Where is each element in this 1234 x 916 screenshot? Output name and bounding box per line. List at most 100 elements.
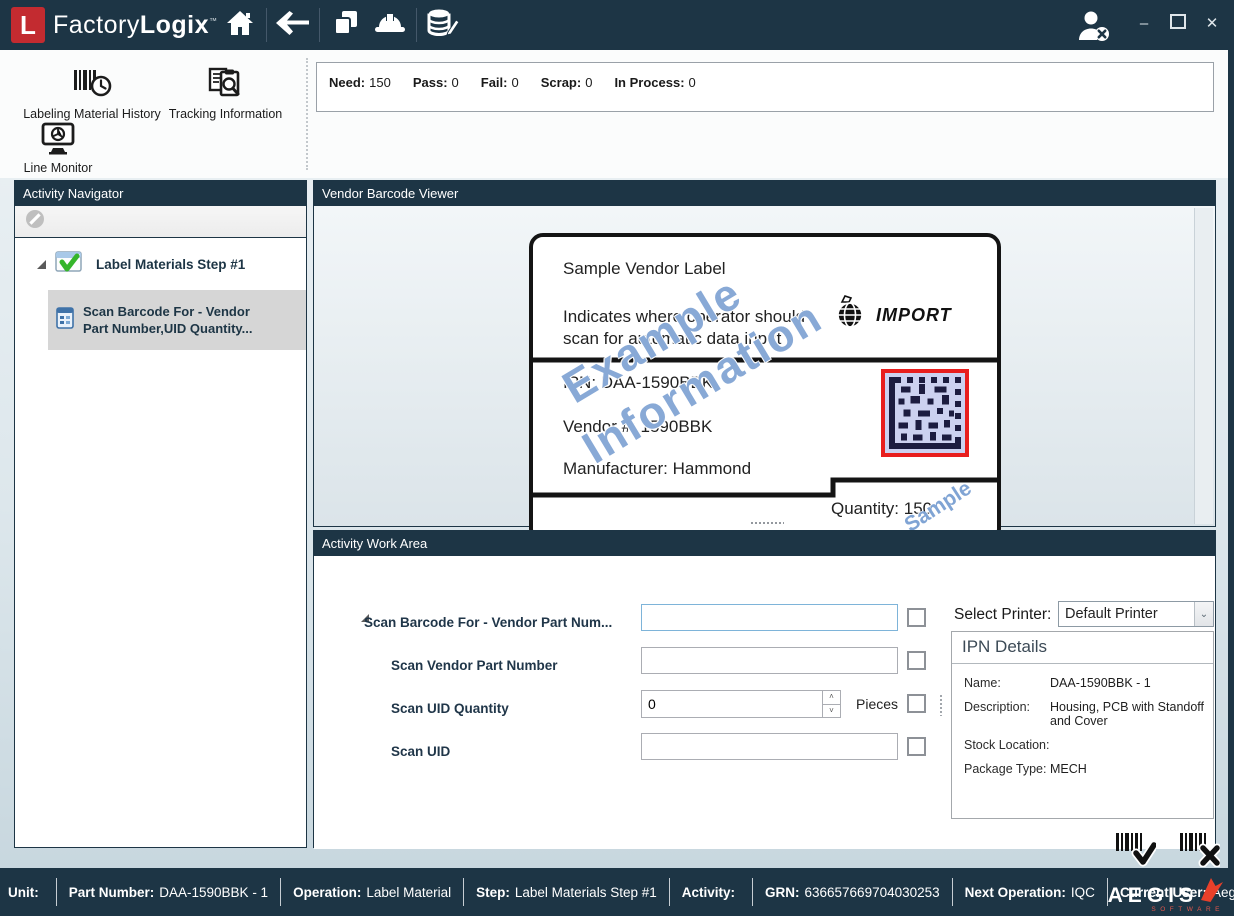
spinner-down-icon[interactable]: ˅ (823, 705, 840, 718)
tracking-info-icon (207, 66, 245, 105)
documents-button[interactable] (324, 5, 368, 45)
ipn-description-label: Description: (964, 700, 1050, 728)
tree-node-line1: Scan Barcode For - Vendor (83, 304, 250, 319)
scrap-label: Scrap: (541, 75, 581, 90)
bottom-status-bar: Unit: Part Number:DAA-1590BBK - 1 Operat… (0, 868, 1234, 916)
scan-vendor-part-number-checkbox[interactable] (907, 651, 926, 670)
home-button[interactable] (218, 5, 262, 45)
activity-form-icon (56, 307, 74, 334)
aegis-software-logo: AEGIS SOFTWARE (1108, 877, 1224, 913)
status-separator (56, 878, 57, 906)
part-number-value: DAA-1590BBK - 1 (159, 885, 268, 900)
spinner-up-icon[interactable]: ˄ (823, 691, 840, 705)
pass-label: Pass: (413, 75, 448, 90)
scan-uid-quantity-label: Scan UID Quantity (391, 701, 509, 716)
titlebar-separator (319, 8, 320, 42)
splitter-grip-handle[interactable] (750, 521, 784, 525)
fail-label: Fail: (481, 75, 508, 90)
tree-node-scan-barcode-selected[interactable]: Scan Barcode For - Vendor Part Number,UID… (48, 290, 306, 350)
home-icon (225, 9, 255, 42)
next-operation-status: Next Operation:IQC (965, 885, 1095, 900)
panel-title: Activity Navigator (23, 186, 123, 201)
aegis-arrow-icon (1200, 877, 1224, 906)
labeling-material-history-button[interactable]: Labeling Material History (22, 66, 162, 121)
step-label: Step: (476, 885, 510, 900)
chevron-down-icon[interactable]: ⌄ (1194, 602, 1213, 626)
ipn-stock-location-label: Stock Location: (964, 738, 1050, 752)
brand-bold: Logix (140, 11, 209, 39)
label-quantity: Quantity: 150 (831, 499, 932, 519)
splitter-grip-handle[interactable] (939, 694, 943, 716)
grn-value: 636657669704030253 (805, 885, 940, 900)
minimize-button[interactable]: – (1136, 16, 1152, 32)
ribbon-group-separator (306, 58, 308, 170)
blocked-icon[interactable] (25, 209, 45, 234)
line-monitor-button[interactable]: Line Monitor (22, 122, 94, 175)
database-edit-button[interactable] (421, 5, 465, 45)
scan-uid-quantity-stepper[interactable]: ˄ ˅ (641, 690, 841, 718)
panel-title: Activity Work Area (322, 536, 427, 551)
status-separator (280, 878, 281, 906)
lot-counters-panel: Need:150 Pass:0 Fail:0 Scrap:0 In Proces… (316, 62, 1214, 112)
scan-uid-quantity-input[interactable] (642, 691, 822, 717)
activity-navigator-panel: Activity Navigator Label Materials Step … (14, 180, 307, 848)
barcode-cancel-button[interactable] (1178, 831, 1220, 872)
part-number-status: Part Number:DAA-1590BBK - 1 (69, 885, 268, 900)
ribbon-button-label: Line Monitor (24, 161, 93, 175)
hardhat-icon (373, 10, 407, 41)
titlebar-separator (416, 8, 417, 42)
status-separator (669, 878, 670, 906)
status-separator (952, 878, 953, 906)
operation-label: Operation: (293, 885, 361, 900)
select-printer-label: Select Printer: (954, 606, 1051, 624)
inprocess-counter: In Process:0 (614, 75, 695, 90)
scan-barcode-group-label: Scan Barcode For - Vendor Part Num... (364, 615, 612, 630)
barcode-accept-button[interactable] (1114, 831, 1156, 872)
ipn-package-type-value: MECH (1050, 762, 1205, 776)
viewer-scrollbar[interactable] (1194, 208, 1213, 524)
maximize-button[interactable] (1170, 14, 1186, 33)
scan-barcode-input[interactable] (641, 604, 898, 631)
ipn-package-type-label: Package Type: (964, 762, 1050, 776)
tracking-information-button[interactable]: Tracking Information (158, 66, 293, 121)
ribbon: Labeling Material History Tracking Infor… (0, 50, 1234, 178)
ipn-details-fields: Name:DAA-1590BBK - 1 Description:Housing… (952, 664, 1213, 776)
activity-navigator-header: Activity Navigator (15, 181, 306, 206)
back-arrow-icon (275, 10, 311, 41)
close-button[interactable]: ✕ (1204, 16, 1220, 32)
printer-selected-value: Default Printer (1059, 606, 1194, 622)
factorylogix-logo: L (11, 7, 45, 43)
scan-uid-checkbox[interactable] (907, 737, 926, 756)
panel-title: Vendor Barcode Viewer (322, 186, 458, 201)
documents-icon (332, 9, 360, 42)
activity-work-area-header: Activity Work Area (314, 531, 1215, 556)
navigator-toolbar (15, 206, 306, 238)
barcode-history-icon (72, 66, 112, 105)
need-label: Need: (329, 75, 365, 90)
tree-node-line2: Part Number,UID Quantity... (83, 321, 253, 336)
logout-user-button[interactable] (1074, 8, 1114, 49)
scan-uid-quantity-checkbox[interactable] (907, 694, 926, 713)
scrap-value: 0 (585, 75, 592, 90)
brand-light: Factory (53, 11, 140, 39)
next-operation-value: IQC (1071, 885, 1095, 900)
ipn-details-panel: IPN Details Name:DAA-1590BBK - 1 Descrip… (951, 631, 1214, 819)
printer-select-dropdown[interactable]: Default Printer ⌄ (1058, 601, 1214, 627)
inprocess-label: In Process: (614, 75, 684, 90)
activity-tree: Label Materials Step #1 Scan Barcode For… (15, 238, 306, 350)
app-title: FactoryLogix™ (53, 11, 218, 40)
database-edit-icon (426, 8, 460, 43)
back-button[interactable] (271, 5, 315, 45)
scan-vendor-part-number-input[interactable] (641, 647, 898, 674)
pieces-unit-label: Pieces (856, 696, 898, 712)
expander-expanded-icon[interactable] (37, 260, 46, 269)
label-desc-line1: Indicates where operator should (563, 307, 805, 327)
tree-node-label-materials-step[interactable]: Label Materials Step #1 (15, 238, 306, 290)
activity-label: Activity: (682, 885, 735, 900)
datamatrix-icon (889, 377, 961, 449)
titlebar: L FactoryLogix™ – ✕ (0, 0, 1234, 50)
label-vendor: Vendor #: 1590BBK (563, 417, 712, 437)
hardhat-button[interactable] (368, 5, 412, 45)
scan-barcode-checkbox[interactable] (907, 608, 926, 627)
scan-uid-input[interactable] (641, 733, 898, 760)
